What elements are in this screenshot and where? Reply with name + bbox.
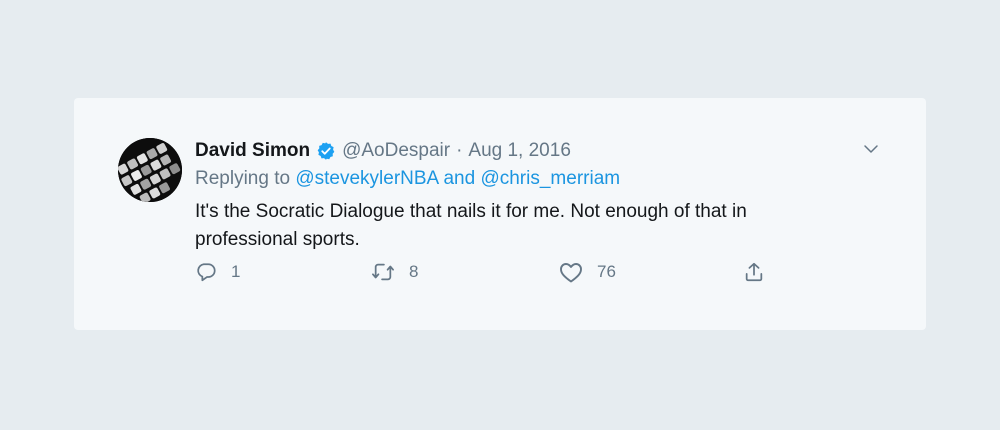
replying-prefix: Replying to <box>195 168 291 189</box>
chevron-down-icon[interactable] <box>860 138 882 160</box>
retweet-button[interactable]: 8 <box>371 260 418 284</box>
author-name[interactable]: David Simon <box>195 140 310 162</box>
tweet-actions: 1 8 76 <box>195 260 795 284</box>
separator-dot: · <box>456 140 463 161</box>
like-button[interactable]: 76 <box>559 260 616 284</box>
share-upload-icon <box>743 261 765 283</box>
verified-badge-icon <box>316 141 336 161</box>
author-handle[interactable]: @AoDespair <box>342 140 450 162</box>
replying-to-line: Replying to @stevekylerNBA and @chris_me… <box>195 168 620 190</box>
tweet-text: It's the Socratic Dialogue that nails it… <box>195 201 747 250</box>
mention-link[interactable]: @stevekylerNBA <box>295 168 438 189</box>
reply-button[interactable]: 1 <box>195 260 240 284</box>
tweet-header: David Simon @AoDespair · Aug 1, 2016 <box>195 138 571 164</box>
retweet-count: 8 <box>409 262 419 281</box>
tweet-card[interactable]: David Simon @AoDespair · Aug 1, 2016 Rep… <box>74 98 926 330</box>
mention-link[interactable]: @chris_merriam <box>480 168 620 189</box>
reply-count: 1 <box>231 262 241 281</box>
heart-icon <box>559 261 583 283</box>
mention-joiner[interactable]: and <box>443 168 475 189</box>
tweet-date[interactable]: Aug 1, 2016 <box>468 140 570 162</box>
avatar[interactable] <box>118 138 182 202</box>
reply-bubble-icon <box>195 261 217 283</box>
like-count: 76 <box>597 262 616 281</box>
share-button[interactable] <box>743 260 765 284</box>
retweet-icon <box>371 261 395 283</box>
avatar-image <box>118 138 182 202</box>
